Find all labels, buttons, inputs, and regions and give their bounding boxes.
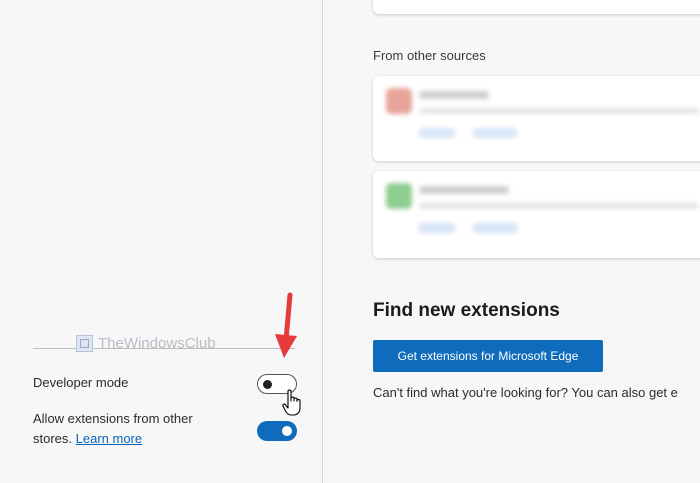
extension-details-button[interactable]: [419, 223, 455, 233]
extension-card: [373, 0, 700, 14]
extension-icon: [386, 88, 412, 114]
extension-name: [419, 186, 509, 194]
extension-icon: [386, 183, 412, 209]
allow-other-stores-text-2: stores.: [33, 431, 73, 446]
find-new-extensions-heading: Find new extensions: [373, 300, 560, 321]
watermark: TheWindowsClub: [76, 335, 216, 352]
toggle-knob: [282, 426, 292, 436]
settings-sidebar: TheWindowsClub Developer mode Allow exte…: [0, 0, 322, 483]
extension-remove-button[interactable]: [473, 223, 517, 233]
allow-other-stores-text: Allow extensions from other: [33, 411, 193, 426]
developer-mode-label: Developer mode: [33, 375, 129, 390]
extension-card: [373, 76, 700, 161]
allow-other-stores-label: Allow extensions from other stores. Lear…: [33, 409, 193, 449]
hand-pointer-cursor-icon: [282, 389, 301, 416]
watermark-logo-icon: [76, 335, 93, 352]
extension-description: [419, 108, 699, 114]
get-extensions-button[interactable]: Get extensions for Microsoft Edge: [373, 340, 603, 372]
learn-more-link[interactable]: Learn more: [76, 431, 142, 446]
extension-description: [419, 203, 699, 209]
annotation-arrow-icon: [275, 292, 297, 358]
cant-find-text: Can't find what you're looking for? You …: [373, 385, 678, 400]
extension-card: [373, 171, 700, 258]
extensions-main: From other sources Find new extensions G…: [323, 0, 700, 483]
extension-remove-button[interactable]: [473, 128, 517, 138]
toggle-knob: [263, 380, 272, 389]
extension-name: [419, 91, 489, 99]
allow-other-stores-toggle[interactable]: [257, 421, 297, 441]
extension-details-button[interactable]: [419, 128, 455, 138]
from-other-sources-label: From other sources: [373, 48, 486, 63]
watermark-text: TheWindowsClub: [98, 335, 216, 352]
